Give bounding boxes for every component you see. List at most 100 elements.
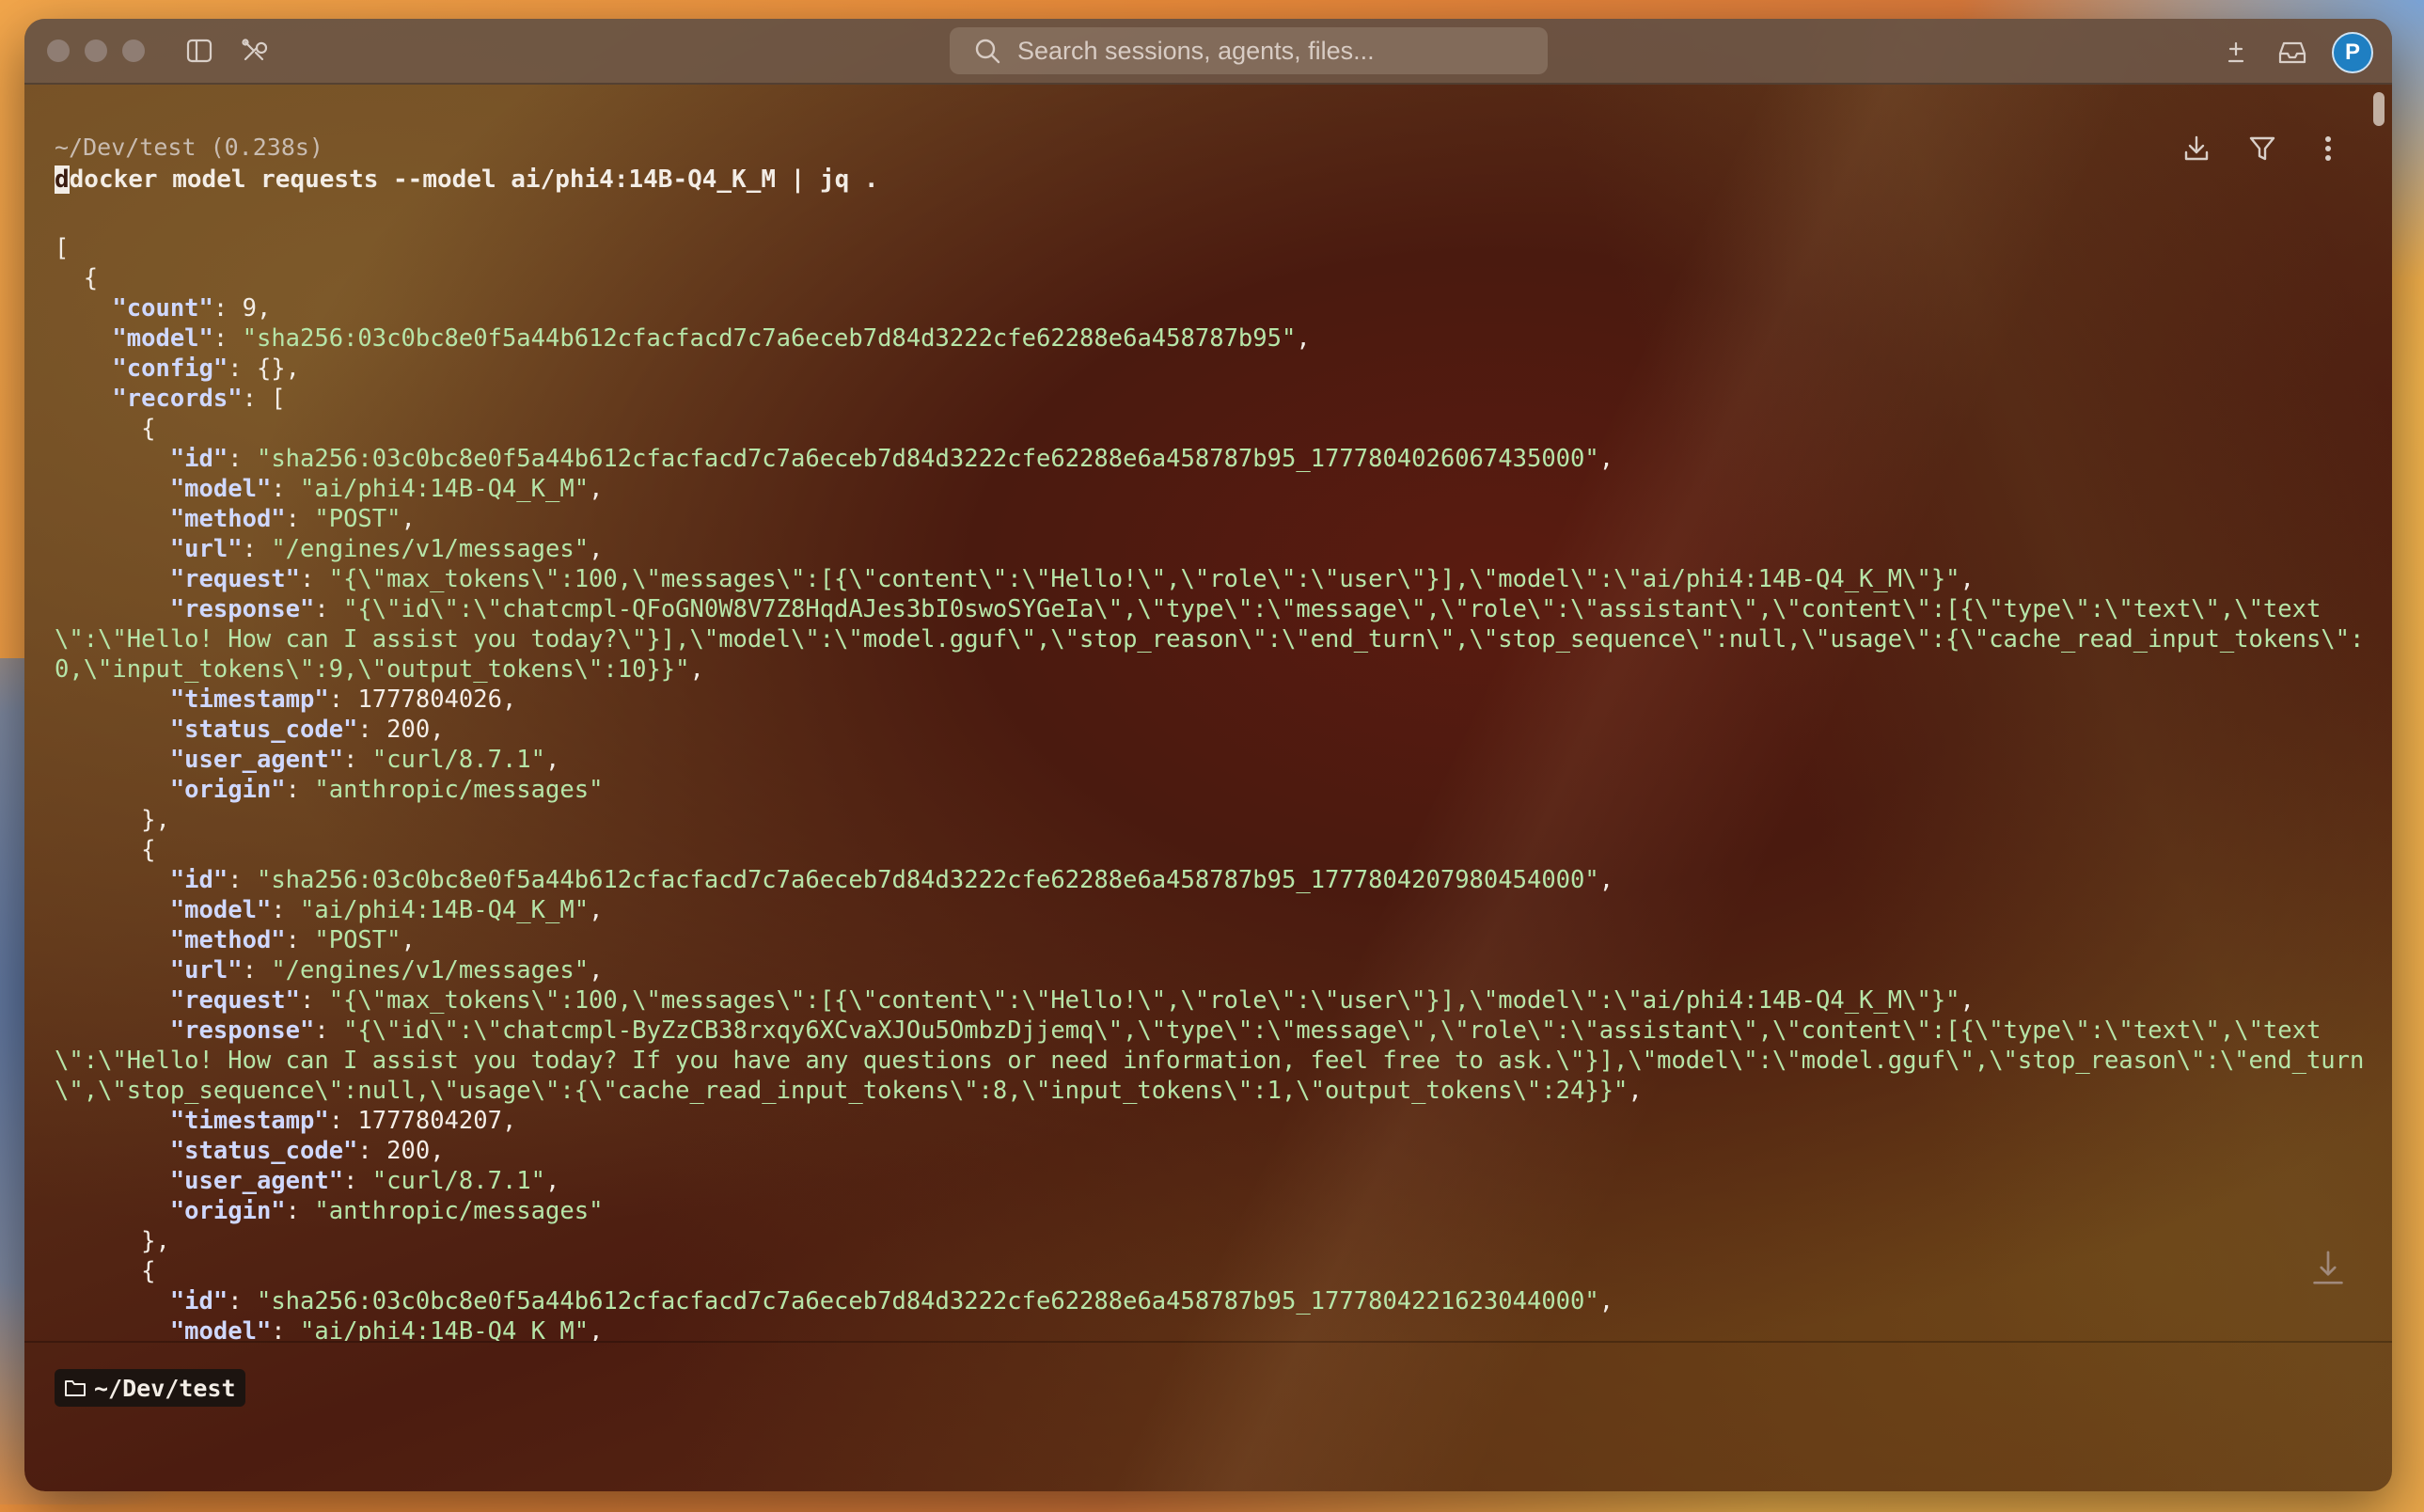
- json-punctuation: : {},: [228, 354, 301, 383]
- output-line: "method": "POST",: [55, 504, 2386, 534]
- terminal-window: Search sessions, agents, files... P ~/De…: [24, 19, 2392, 1491]
- json-number: 1777804026: [357, 685, 502, 714]
- output-line: {: [55, 835, 2386, 865]
- json-punctuation: ,: [501, 1107, 517, 1135]
- command-text: docker model requests --model ai/phi4:14…: [69, 165, 879, 194]
- json-punctuation: [55, 956, 170, 984]
- download-icon[interactable]: [2180, 132, 2213, 165]
- search-bar[interactable]: Search sessions, agents, files...: [950, 27, 1548, 74]
- filter-icon[interactable]: [2245, 132, 2279, 165]
- json-punctuation: :: [212, 324, 243, 353]
- json-key: "model": [169, 475, 272, 503]
- json-punctuation: :: [242, 535, 272, 563]
- tools-icon[interactable]: [237, 34, 271, 68]
- json-punctuation: ,: [589, 1317, 604, 1341]
- json-key: "origin": [169, 1197, 286, 1225]
- zoom-window-button[interactable]: [122, 39, 145, 62]
- json-punctuation: {: [55, 264, 99, 292]
- json-punctuation: :: [212, 294, 243, 323]
- json-punctuation: ,: [545, 746, 560, 774]
- output-line: "user_agent": "curl/8.7.1",: [55, 745, 2386, 775]
- output-line: {: [55, 414, 2386, 444]
- json-punctuation: [55, 445, 170, 473]
- json-string: "POST": [314, 926, 401, 954]
- minimize-window-button[interactable]: [85, 39, 107, 62]
- json-key: "response": [169, 1016, 315, 1045]
- json-key: "url": [169, 535, 243, 563]
- json-punctuation: {: [55, 1257, 156, 1285]
- json-punctuation: :: [228, 1287, 257, 1315]
- json-key: "request": [169, 565, 300, 593]
- json-punctuation: :: [343, 1167, 372, 1195]
- output-line: "timestamp": 1777804207,: [55, 1106, 2386, 1136]
- directory-chip[interactable]: ~/Dev/test: [55, 1369, 245, 1407]
- json-punctuation: :: [300, 986, 329, 1015]
- json-string: "curl/8.7.1": [371, 746, 546, 774]
- plus-minus-icon[interactable]: [2219, 36, 2253, 70]
- text-cursor: d: [55, 165, 70, 194]
- json-punctuation: :: [271, 896, 301, 924]
- json-punctuation: :: [285, 1197, 315, 1225]
- output-line: "records": [: [55, 384, 2386, 414]
- output-line: "model": "ai/phi4:14B-Q4_K_M",: [55, 474, 2386, 504]
- output-line: "model": "ai/phi4:14B-Q4_K_M",: [55, 895, 2386, 925]
- scrollbar[interactable]: [2373, 92, 2385, 126]
- close-window-button[interactable]: [47, 39, 70, 62]
- json-string: "curl/8.7.1": [371, 1167, 546, 1195]
- output-line: "origin": "anthropic/messages": [55, 775, 2386, 805]
- sidebar-icon[interactable]: [182, 34, 216, 68]
- jump-to-bottom-icon[interactable]: [2311, 1251, 2345, 1284]
- block-command[interactable]: ddocker model requests --model ai/phi4:1…: [55, 165, 879, 194]
- json-string: "POST": [314, 505, 401, 533]
- json-key: "status_code": [169, 716, 358, 744]
- json-punctuation: ,: [589, 896, 604, 924]
- output-line: "model": "sha256:03c0bc8e0f5a44b612cfacf…: [55, 323, 2386, 354]
- more-vertical-icon[interactable]: [2311, 132, 2345, 165]
- json-punctuation: :: [357, 1137, 387, 1165]
- avatar[interactable]: P: [2332, 32, 2373, 73]
- json-punctuation: [55, 986, 170, 1015]
- json-punctuation: :: [314, 595, 344, 623]
- json-key: "request": [169, 986, 300, 1015]
- json-string: "/engines/v1/messages": [271, 535, 590, 563]
- output-line: "id": "sha256:03c0bc8e0f5a44b612cfacfacd…: [55, 1286, 2386, 1316]
- json-punctuation: ,: [1628, 1077, 1643, 1105]
- json-key: "method": [169, 926, 286, 954]
- output-line: },: [55, 805, 2386, 835]
- output-line: "status_code": 200,: [55, 715, 2386, 745]
- json-string: "anthropic/messages": [314, 1197, 604, 1225]
- title-bar: Search sessions, agents, files... P: [24, 19, 2392, 85]
- window-controls: [47, 39, 145, 62]
- json-punctuation: {: [55, 415, 156, 443]
- json-key: "response": [169, 595, 315, 623]
- json-punctuation: [55, 324, 112, 353]
- block-header: ~/Dev/test (0.238s): [55, 134, 323, 161]
- json-punctuation: [55, 505, 170, 533]
- json-key: "model": [169, 1317, 272, 1341]
- json-key: "status_code": [169, 1137, 358, 1165]
- output-line: "config": {},: [55, 354, 2386, 384]
- json-string: "ai/phi4:14B-Q4_K_M": [300, 896, 590, 924]
- json-string: "sha256:03c0bc8e0f5a44b612cfacfacd7c7a6e…: [256, 866, 1599, 894]
- json-punctuation: :: [357, 716, 387, 744]
- json-punctuation: [55, 535, 170, 563]
- json-punctuation: [55, 1317, 170, 1341]
- json-string: "ai/phi4:14B-Q4_K_M": [300, 1317, 590, 1341]
- output-line: "timestamp": 1777804026,: [55, 685, 2386, 715]
- inbox-icon[interactable]: [2275, 36, 2309, 70]
- output-line: "origin": "anthropic/messages": [55, 1196, 2386, 1226]
- directory-label: ~/Dev/test: [94, 1374, 236, 1402]
- json-punctuation: :: [343, 746, 372, 774]
- json-punctuation: :: [285, 776, 315, 804]
- json-string: "anthropic/messages": [314, 776, 604, 804]
- json-key: "method": [169, 505, 286, 533]
- output-line: "request": "{\"max_tokens\":100,\"messag…: [55, 564, 2386, 594]
- command-output: [ { "count": 9, "model": "sha256:03c0bc8…: [55, 233, 2386, 1341]
- json-punctuation: ,: [430, 716, 445, 744]
- json-punctuation: :: [228, 445, 257, 473]
- json-punctuation: ,: [501, 685, 517, 714]
- input-prompt-area[interactable]: ~/Dev/test: [24, 1343, 2392, 1491]
- json-string: "/engines/v1/messages": [271, 956, 590, 984]
- json-number: 9: [242, 294, 257, 323]
- json-punctuation: [: [55, 234, 70, 262]
